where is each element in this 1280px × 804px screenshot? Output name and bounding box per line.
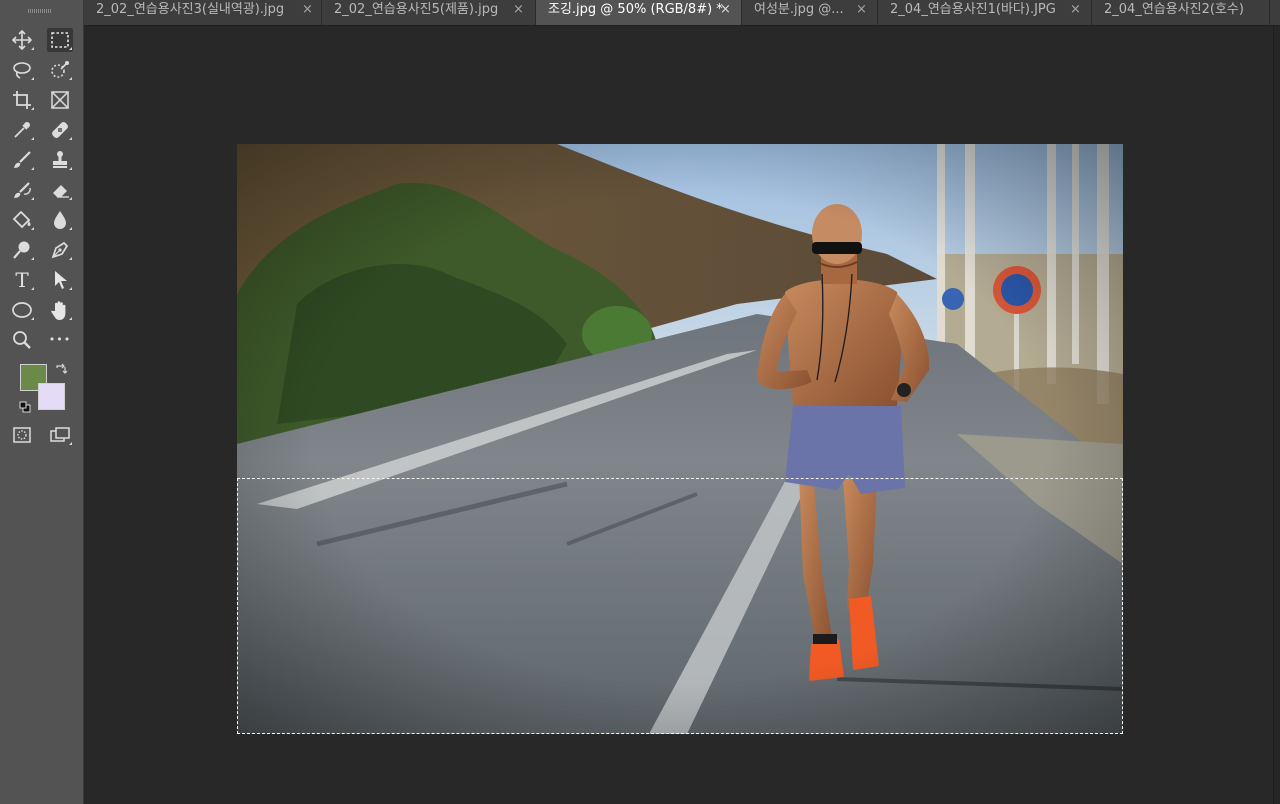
move-tool[interactable] — [9, 28, 35, 52]
more-tools-button[interactable]: ••• — [47, 328, 73, 352]
frame-tool[interactable] — [47, 88, 73, 112]
default-colors-icon[interactable] — [19, 401, 31, 413]
panel-grip[interactable] — [28, 9, 52, 13]
pen-tool[interactable] — [47, 238, 73, 262]
document-tab-active[interactable]: 조깅.jpg @ 50% (RGB/8#) * × — [536, 0, 742, 25]
rectangular-marquee-icon — [51, 32, 69, 48]
clone-stamp-tool[interactable] — [47, 148, 73, 172]
history-brush-tool[interactable] — [9, 178, 35, 202]
type-tool[interactable]: T — [9, 268, 35, 292]
crop-icon — [13, 91, 31, 109]
path-selection-tool[interactable] — [47, 268, 73, 292]
blur-tool[interactable] — [47, 208, 73, 232]
hand-icon — [51, 301, 66, 320]
zoom-icon — [13, 331, 31, 349]
document-image[interactable] — [237, 144, 1123, 734]
healing-brush-tool[interactable] — [47, 118, 73, 142]
tab-label: 2_02_연습용사진5(제품).jpg — [334, 2, 499, 17]
lasso-tool[interactable] — [9, 58, 35, 82]
frame-icon — [51, 91, 69, 109]
hand-tool[interactable] — [47, 298, 73, 322]
eraser-tool[interactable] — [47, 178, 73, 202]
close-tab-icon[interactable]: × — [720, 0, 731, 19]
dodge-tool[interactable] — [9, 238, 35, 262]
history-brush-icon — [14, 182, 31, 198]
eyedropper-icon — [14, 122, 30, 138]
quick-selection-icon — [51, 61, 69, 78]
close-tab-icon[interactable]: × — [1070, 0, 1081, 19]
screen-mode-icon — [50, 427, 70, 442]
close-tab-icon[interactable]: × — [856, 0, 867, 19]
eyedropper-tool[interactable] — [9, 118, 35, 142]
document-tab[interactable]: 2_02_연습용사진5(제품).jpg × — [322, 0, 536, 25]
move-icon — [11, 29, 33, 51]
close-tab-icon[interactable]: × — [513, 0, 524, 19]
document-tab[interactable]: 여성분.jpg @... × — [742, 0, 878, 25]
rectangular-marquee-tool[interactable] — [47, 28, 73, 52]
clone-stamp-icon — [53, 151, 67, 168]
brush-tool[interactable] — [9, 148, 35, 172]
document-tab-bar: 2_02_연습용사진3(실내역광).jpg × 2_02_연습용사진5(제품).… — [84, 0, 1280, 26]
document-tab[interactable]: 2_02_연습용사진3(실내역광).jpg × — [84, 0, 322, 25]
zoom-tool[interactable] — [9, 328, 35, 352]
close-tab-icon[interactable]: × — [302, 0, 313, 19]
background-color-swatch[interactable] — [38, 383, 65, 410]
ellipse-icon — [12, 302, 32, 318]
tab-label: 2_02_연습용사진3(실내역광).jpg — [96, 2, 285, 17]
more-tools-icon: ••• — [48, 333, 72, 346]
brush-icon — [14, 151, 31, 168]
tab-label: 여성분.jpg @... — [754, 2, 844, 17]
path-selection-icon — [55, 271, 67, 289]
type-icon: T — [15, 268, 29, 292]
ellipse-tool[interactable] — [9, 298, 35, 322]
tab-label: 2_04_연습용사진2(호수) — [1104, 2, 1244, 17]
paint-bucket-tool[interactable] — [9, 208, 35, 232]
document-tab[interactable]: 2_04_연습용사진2(호수) — [1092, 0, 1270, 25]
tab-label: 2_04_연습용사진1(바다).JPG — [890, 2, 1056, 17]
healing-brush-icon — [52, 122, 68, 138]
eraser-icon — [53, 185, 69, 198]
screen-mode-button[interactable] — [47, 423, 73, 447]
quick-selection-tool[interactable] — [47, 58, 73, 82]
tab-label: 조깅.jpg @ 50% (RGB/8#) * — [548, 2, 723, 17]
quick-mask-icon — [13, 427, 31, 443]
document-canvas-area[interactable] — [84, 26, 1280, 804]
quick-mask-button[interactable] — [9, 423, 35, 447]
blur-icon — [54, 211, 66, 229]
pen-icon — [51, 241, 69, 259]
tools-panel: T ••• — [0, 0, 84, 804]
swap-colors-icon[interactable] — [55, 363, 68, 376]
lasso-icon — [13, 62, 31, 79]
dodge-icon — [13, 241, 30, 259]
paint-bucket-icon — [12, 210, 31, 229]
crop-tool[interactable] — [9, 88, 35, 112]
document-tab[interactable]: 2_04_연습용사진1(바다).JPG × — [878, 0, 1092, 25]
runner-photo — [237, 144, 1123, 734]
